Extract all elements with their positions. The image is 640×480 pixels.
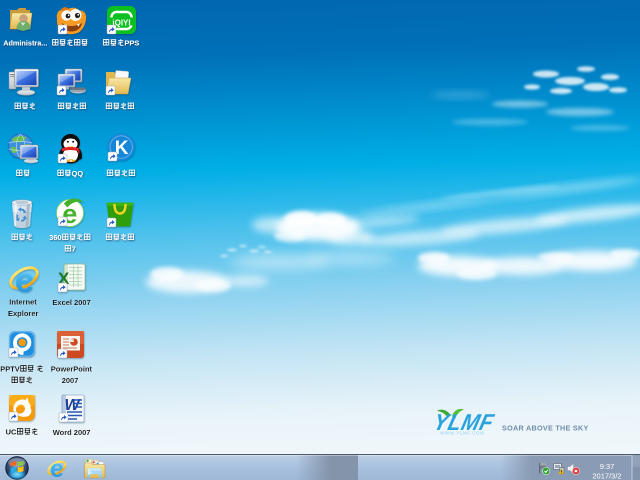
svg-text:PowerPoint: PowerPoint <box>51 365 93 374</box>
svg-text:9:37: 9:37 <box>600 462 615 471</box>
svg-text:PPTV: PPTV <box>0 365 20 374</box>
svg-text:Excel 2007: Excel 2007 <box>52 298 90 307</box>
svg-text:Internet: Internet <box>9 298 37 307</box>
svg-text:Explorer: Explorer <box>8 309 39 318</box>
svg-text:2017/3/2: 2017/3/2 <box>592 472 621 480</box>
svg-text:UC: UC <box>6 428 17 437</box>
svg-text:7: 7 <box>72 245 76 254</box>
svg-text:e: e <box>50 455 64 480</box>
svg-text:WWW.YLMF.COM: WWW.YLMF.COM <box>440 431 485 436</box>
svg-text:QQ: QQ <box>72 169 84 178</box>
svg-text:2007: 2007 <box>62 376 79 385</box>
svg-text:SOAR ABOVE THE SKY: SOAR ABOVE THE SKY <box>502 424 589 433</box>
svg-text:PPS: PPS <box>124 39 139 48</box>
svg-text:e: e <box>15 261 34 300</box>
svg-text:Administra...: Administra... <box>3 39 47 48</box>
svg-text:Word 2007: Word 2007 <box>53 428 91 437</box>
svg-text:360: 360 <box>49 233 62 242</box>
